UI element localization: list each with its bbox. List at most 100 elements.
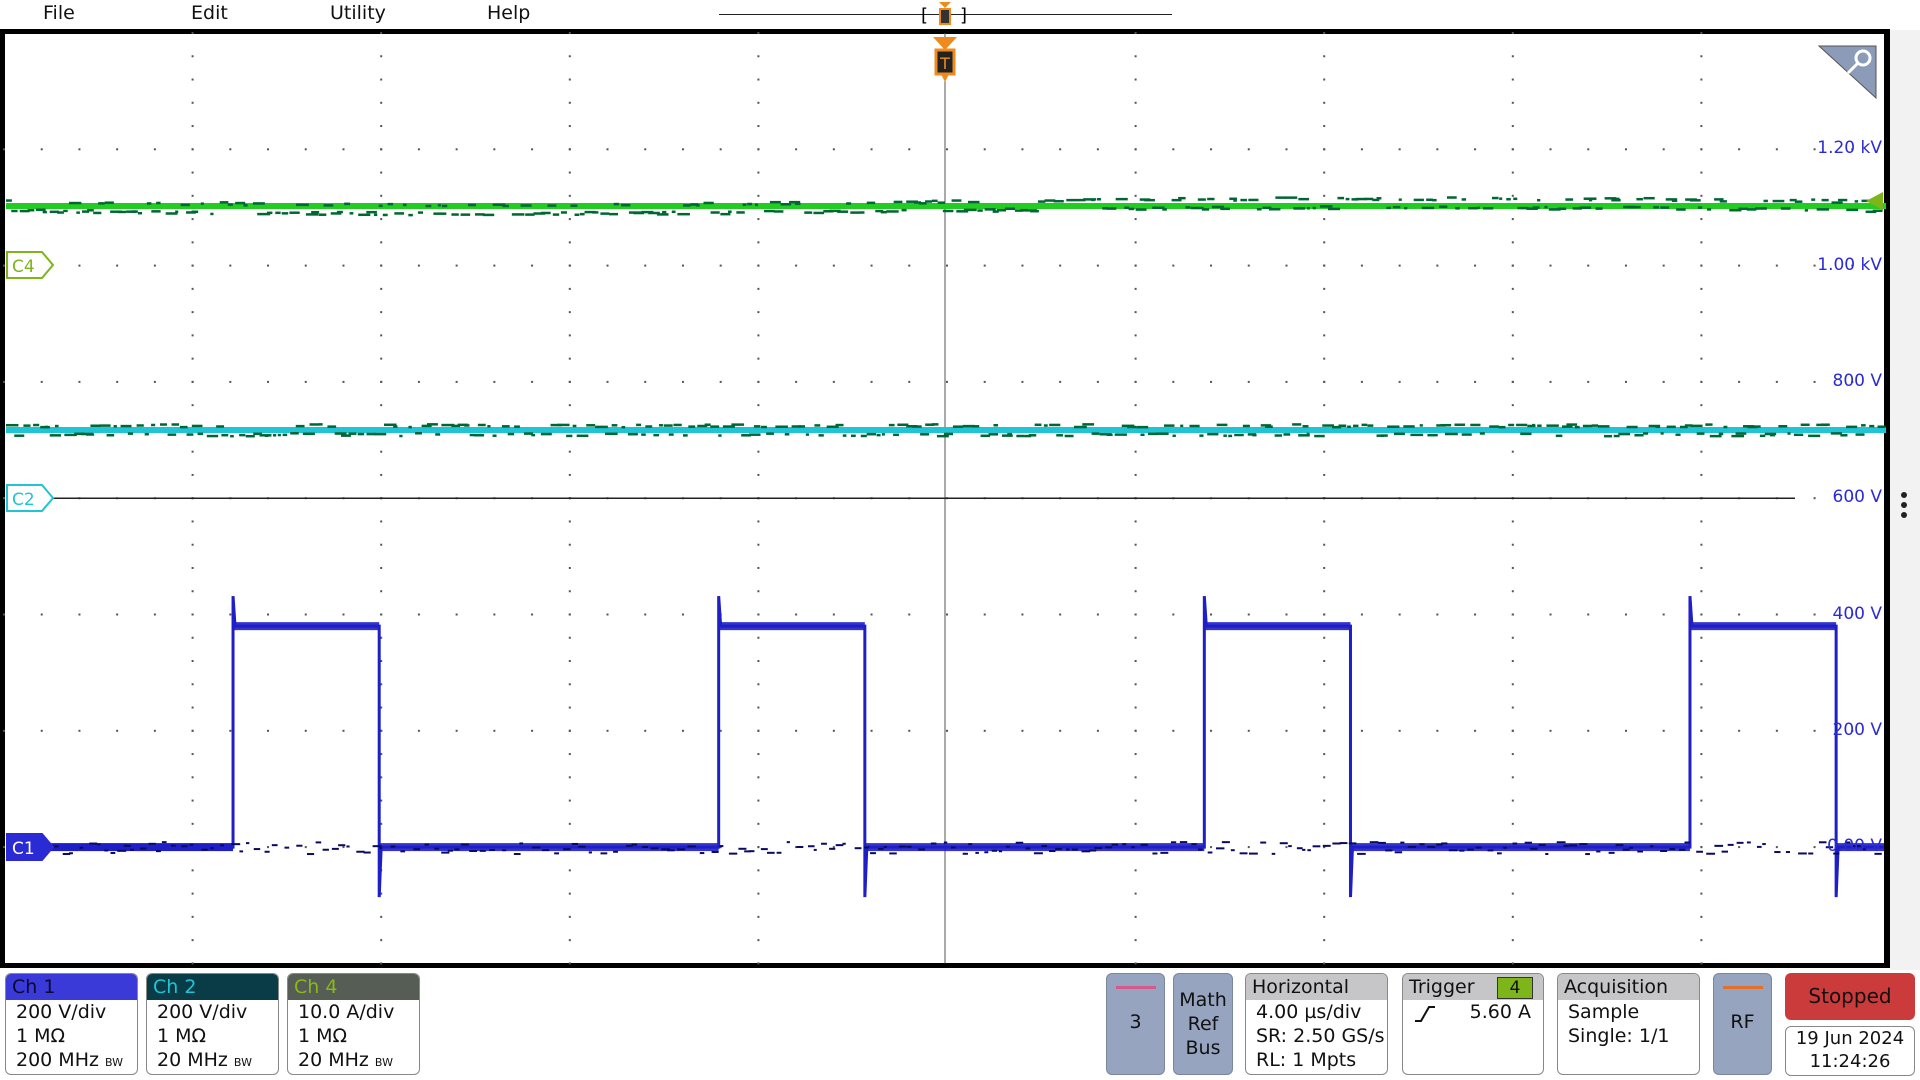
grid-dot [191,473,194,476]
grid-dot [1285,846,1288,849]
grid-dot [380,939,383,942]
grid-dot [1511,892,1514,895]
grid-dot [757,799,760,802]
ch2-trace-noise [1353,424,1359,428]
ch1-noise [1105,846,1113,849]
grid-dot [1700,311,1703,314]
grid-dot [1436,148,1439,151]
grid-dot [1323,892,1326,895]
grid-dot [229,264,232,267]
ch1-noise [1111,843,1119,846]
grid-dot [870,729,873,732]
ch1-noise [1081,850,1091,853]
ch2-trace-noise [718,434,722,437]
grid-dot [1323,939,1326,942]
ch4-trace-noise [1794,200,1803,203]
ch1-noise [749,850,755,853]
ch2-trace-noise [1787,432,1791,435]
ch4-trace-noise [1197,198,1206,201]
ch4-trace-noise [425,204,432,208]
ch1-noise [984,851,989,854]
grid-dot [1587,148,1590,151]
ch4-trace-noise [1319,205,1333,208]
grid-dot [380,404,383,407]
magnifier-icon[interactable] [1817,45,1877,100]
ch2-trace-noise [245,434,255,438]
ch4-trace-noise [1327,207,1341,211]
grid-dot [3,613,5,616]
grid-dot [1323,822,1326,825]
ch1-marker[interactable]: C1 [6,833,56,861]
horizontal-badge[interactable]: Horizontal 4.00 µs/div SR: 2.50 GS/s RL:… [1245,973,1388,1075]
ch4-trace-noise [502,204,509,208]
ch4-trace-noise [1755,207,1767,210]
date: 19 Jun 2024 [1795,1028,1905,1049]
trigger-badge[interactable]: Trigger 4 5.60 A [1402,973,1544,1075]
grid-dot [1059,380,1062,383]
ch4-trace-noise [1831,201,1843,204]
ch2-trace-noise [309,423,319,426]
ch2-trace-noise [653,433,660,437]
grid-dot [606,613,609,616]
grid-dot [191,613,194,616]
ch4-trace-noise [747,202,753,206]
grid-dot [304,264,307,267]
grid-dot [304,148,307,151]
grid-dot [1210,729,1213,732]
grid-dot [1360,148,1363,151]
ch4-trace-noise [1190,206,1204,210]
ch2-trace-noise [1735,432,1747,435]
ch1-badge[interactable]: Ch 1 200 V/div 1 MΩ 200 MHz BW [5,973,138,1075]
grid-dot [1172,729,1175,732]
ch2-trace-noise [282,433,288,437]
grid-dot [1210,264,1213,267]
ch2-marker[interactable]: C2 [6,484,56,512]
ch1-noise [1191,843,1197,846]
grid-dot [606,148,609,151]
grid-dot [568,32,571,34]
grid-dot [531,264,534,267]
acquisition-badge[interactable]: Acquisition Sample Single: 1/1 [1557,973,1700,1075]
grid-dot [1323,520,1326,523]
grid-dot [191,683,194,686]
grid-dot [1059,729,1062,732]
ch3-button[interactable]: 3 [1106,973,1165,1075]
grid-dot [1436,264,1439,267]
ch4-trace-noise [963,208,977,212]
grid-dot [78,264,81,267]
grid-dot [1700,380,1703,383]
grid-dot [1587,264,1590,267]
ch1-noise [1312,845,1321,848]
ch1-noise [719,845,724,848]
grid-dot [1624,613,1627,616]
math-ref-bus-button[interactable]: Math Ref Bus [1173,973,1233,1075]
grid-dot [757,171,760,174]
ch4-marker[interactable]: C4 [6,251,56,279]
grid-dot [1700,101,1703,104]
ch4-trace-noise [175,210,179,213]
grid-dot [1775,380,1778,383]
ch4-trace-noise [1461,198,1467,201]
grid-dot [1474,729,1477,732]
ch4-badge[interactable]: Ch 4 10.0 A/div 1 MΩ 20 MHz BW [287,973,420,1075]
ch2-trace-noise [1234,433,1244,437]
ch2-trace-noise [151,423,156,427]
ch2-trace-noise [1508,423,1515,427]
grid-dot [757,636,760,639]
ch1-noise [878,847,884,850]
ch4-trace-noise [1746,208,1757,211]
ch4-trace-noise [336,210,343,214]
run-stop-status[interactable]: Stopped [1785,973,1915,1020]
grid-dot [568,776,571,779]
acquisition-count: Single: 1/1 [1568,1025,1670,1047]
ch2-trace-noise [1723,425,1728,429]
grid-dot [1813,613,1816,616]
ch1-noise [1629,846,1633,849]
ch2-trace-noise [1127,425,1137,429]
rf-button[interactable]: RF [1713,973,1772,1075]
ch1-noise [219,844,225,847]
grid-dot [1700,846,1703,849]
ch2-trace-noise [1840,434,1848,437]
ch2-badge[interactable]: Ch 2 200 V/div 1 MΩ 20 MHz BW [146,973,279,1075]
grid-dot [1624,380,1627,383]
